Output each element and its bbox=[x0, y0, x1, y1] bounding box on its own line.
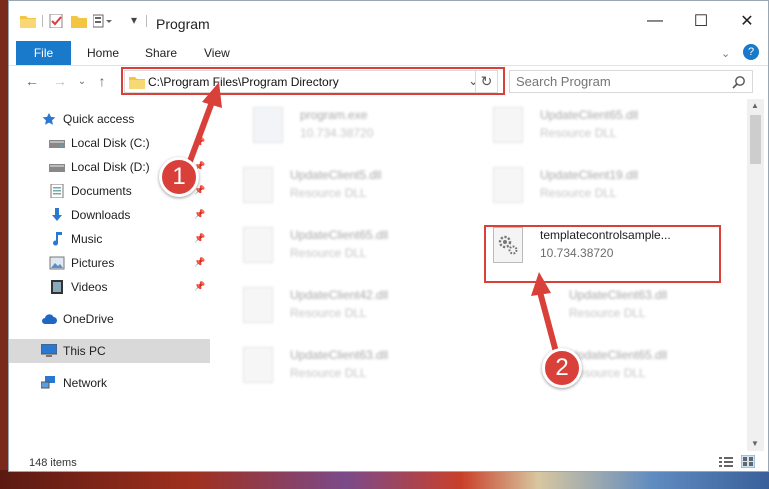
arrow-2-shaft bbox=[537, 291, 559, 353]
annotation-arrows bbox=[183, 82, 559, 353]
callout-badge-1: 1 bbox=[159, 157, 199, 197]
callout-badge-2: 2 bbox=[542, 348, 582, 388]
arrow-2-head bbox=[531, 272, 551, 296]
arrow-1-head bbox=[202, 82, 222, 108]
